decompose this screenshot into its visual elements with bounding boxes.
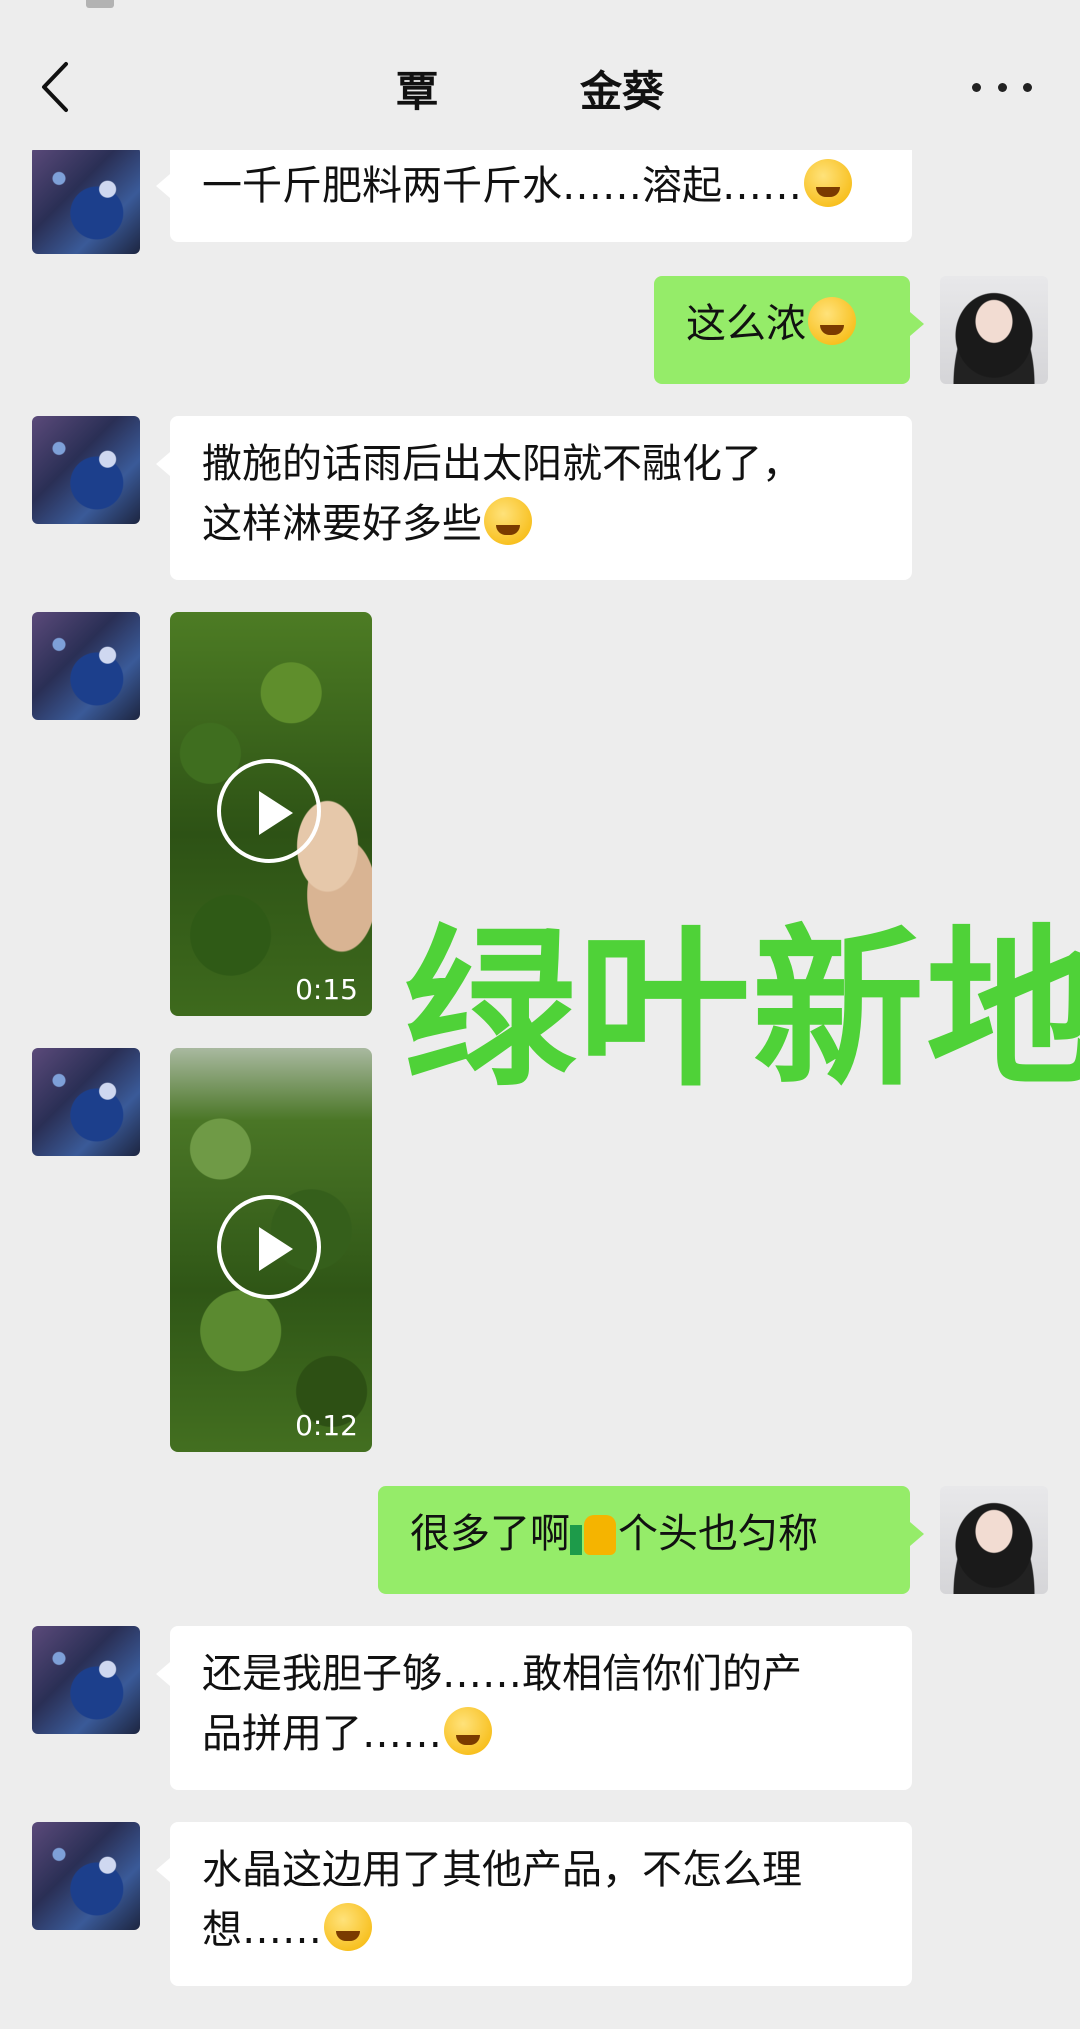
chat-list[interactable]: 一千斤肥料两千斤水……溶起…… 这么浓 撒施的话雨后出太阳就不融化了， 这样淋要…: [0, 150, 1080, 2029]
message-text: 还是我胆子够……敢相信你们的产: [202, 1651, 802, 1697]
message-text: 很多了啊: [410, 1511, 570, 1557]
chat-title-part: 金葵: [580, 67, 665, 116]
more-horizontal-icon: [972, 82, 981, 92]
avatar-self[interactable]: [940, 276, 1048, 384]
face-with-tears-icon: [324, 1903, 372, 1951]
avatar-self[interactable]: [940, 1486, 1048, 1594]
avatar-contact[interactable]: [32, 1048, 140, 1156]
play-icon[interactable]: [217, 759, 321, 863]
more-horizontal-icon: [1023, 82, 1032, 92]
more-horizontal-icon: [997, 82, 1007, 92]
video-message[interactable]: 0:15: [170, 612, 372, 1016]
message-bubble[interactable]: 很多了啊 个头也匀称: [378, 1486, 924, 1594]
video-message[interactable]: 0:12: [170, 1048, 372, 1452]
video-duration: 0:15: [295, 973, 358, 1006]
avatar-contact[interactable]: [32, 1822, 140, 1930]
message-text: 这么浓: [686, 301, 806, 347]
face-with-tears-icon: [804, 159, 852, 207]
message-text: 想……: [202, 1907, 322, 1953]
watermark-text: 绿叶新地: [404, 909, 1080, 1110]
message-text: 品拼用了……: [202, 1711, 442, 1757]
message-text: 这样淋要好多些: [202, 501, 482, 547]
video-duration: 0:12: [295, 1409, 358, 1442]
message-bubble[interactable]: 水晶这边用了其他产品，不怎么理 想……: [156, 1822, 912, 1986]
face-with-tears-icon: [444, 1707, 492, 1755]
thinking-face-icon: [484, 497, 532, 545]
avatar-contact[interactable]: [32, 612, 140, 720]
nav-bar: 覃 金葵: [0, 10, 1080, 150]
message-bubble[interactable]: 还是我胆子够……敢相信你们的产 品拼用了……: [156, 1626, 912, 1790]
message-bubble[interactable]: 一千斤肥料两千斤水……溶起……: [156, 150, 912, 242]
play-icon[interactable]: [217, 1195, 321, 1299]
thumbs-up-icon: [570, 1507, 618, 1555]
status-bar: [0, 0, 1080, 10]
avatar-contact[interactable]: [32, 1626, 140, 1734]
message-bubble[interactable]: 这么浓: [654, 276, 924, 384]
laughing-tears-icon: [808, 297, 856, 345]
avatar-contact[interactable]: [32, 150, 140, 254]
chat-title-part: 覃: [396, 67, 439, 116]
back-button[interactable]: [30, 54, 80, 120]
message-bubble[interactable]: 撒施的话雨后出太阳就不融化了， 这样淋要好多些: [156, 416, 912, 580]
status-icon: [86, 0, 114, 8]
chevron-left-icon: [42, 62, 68, 112]
more-button[interactable]: [972, 62, 1032, 112]
avatar-contact[interactable]: [32, 416, 140, 524]
message-text: 水晶这边用了其他产品，不怎么理: [202, 1847, 802, 1893]
message-text: 一千斤肥料两千斤水……溶起……: [202, 163, 802, 209]
message-text: 撒施的话雨后出太阳就不融化了，: [202, 441, 802, 487]
message-text: 个头也匀称: [618, 1511, 818, 1557]
